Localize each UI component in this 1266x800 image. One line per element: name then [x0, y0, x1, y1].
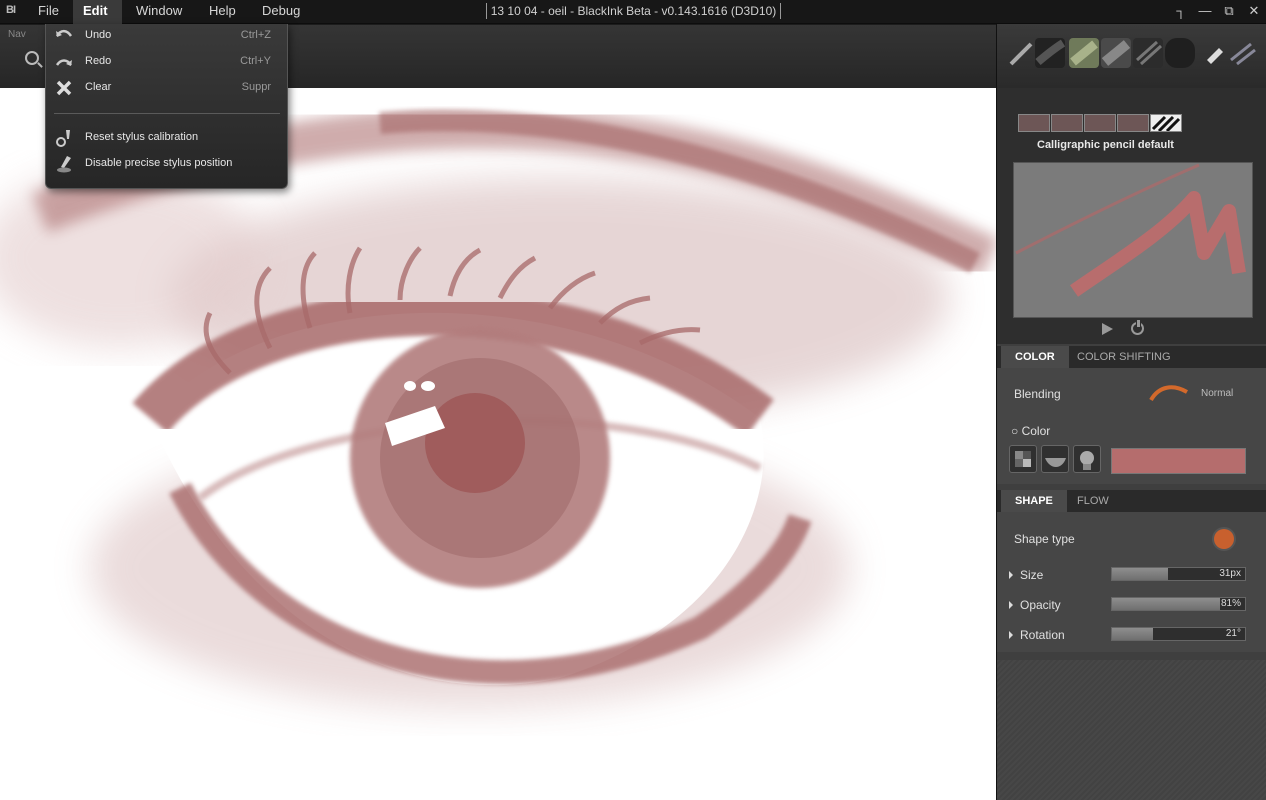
stylus-reset-icon	[56, 130, 70, 147]
minimize-icon[interactable]: —	[1196, 2, 1214, 20]
param-opacity-label: Opacity	[1020, 598, 1061, 612]
param-size[interactable]: Size	[1009, 568, 1043, 582]
opacity-value: 81%	[1220, 598, 1241, 609]
dock-icon[interactable]: ┐	[1172, 2, 1190, 20]
blending-value[interactable]: Normal	[1201, 388, 1233, 399]
rotation-value: 21°	[1225, 628, 1241, 639]
panel-empty-area	[997, 660, 1266, 800]
redo-icon	[55, 59, 73, 66]
color-swatch[interactable]	[1111, 448, 1246, 474]
search-icon[interactable]	[25, 51, 39, 65]
preset-thumb-selected[interactable]	[1150, 114, 1182, 133]
menu-item-label: Clear	[85, 81, 112, 93]
size-slider-fill	[1112, 568, 1168, 580]
pupil	[425, 393, 525, 493]
shape-tabs: SHAPE FLOW	[997, 490, 1266, 512]
blackink-app: BI File Edit Window Help Debug 13 10 04 …	[0, 0, 1266, 800]
preset-thumb[interactable]	[1117, 114, 1149, 132]
menu-bar: BI File Edit Window Help Debug 13 10 04 …	[0, 0, 1266, 24]
menu-help[interactable]: Help	[199, 0, 246, 24]
preview-stroke	[1015, 163, 1246, 297]
smudge-brush-icon[interactable]	[1227, 38, 1257, 68]
menu-window[interactable]: Window	[126, 0, 192, 24]
clear-icon	[56, 80, 72, 96]
menu-separator	[54, 113, 280, 114]
blending-label: Blending	[1014, 387, 1061, 401]
window-title: 13 10 04 - oeil - BlackInk Beta - v0.143…	[486, 0, 781, 24]
shape-type-button[interactable]	[1214, 529, 1234, 549]
menu-item-shortcut: Ctrl+Z	[240, 29, 271, 41]
tab-flow[interactable]: FLOW	[1063, 490, 1123, 512]
close-icon[interactable]: ✕	[1245, 2, 1263, 20]
menu-item-label: Reset stylus calibration	[85, 131, 199, 143]
opacity-slider-fill	[1112, 598, 1220, 610]
tab-color-shifting[interactable]: COLOR SHIFTING	[1063, 346, 1185, 368]
size-value: 31px	[1219, 568, 1241, 579]
stroke-preview	[1013, 162, 1253, 318]
color-picker-button[interactable]	[1073, 445, 1101, 473]
rotation-slider-fill	[1112, 628, 1154, 640]
preset-thumb[interactable]	[1018, 114, 1050, 132]
navigator-label[interactable]: Nav	[8, 29, 26, 40]
preset-strip	[1018, 114, 1184, 133]
opacity-slider[interactable]: 81%	[1111, 597, 1246, 611]
brush-panel: Calligraphic pencil default COLOR COLOR …	[996, 24, 1266, 800]
color-wheel-button[interactable]	[1041, 445, 1069, 473]
color-tabs: COLOR COLOR SHIFTING	[997, 346, 1266, 368]
preset-thumb[interactable]	[1051, 114, 1083, 132]
param-size-label: Size	[1020, 568, 1044, 582]
eye-painting	[0, 106, 996, 708]
play-icon[interactable]	[1102, 323, 1113, 335]
menu-item-redo[interactable]: Redo Ctrl+Y	[46, 50, 287, 74]
preset-area: Calligraphic pencil default	[997, 88, 1266, 344]
pencil-brush-icon[interactable]	[1007, 38, 1037, 68]
param-rotation-label: Rotation	[1020, 628, 1065, 642]
menu-item-disable-precise[interactable]: Disable precise stylus position	[46, 152, 287, 176]
blending-icon[interactable]	[1149, 382, 1189, 404]
menu-item-undo[interactable]: Undo Ctrl+Z	[46, 24, 287, 48]
menu-item-label: Disable precise stylus position	[85, 157, 233, 169]
menu-edit[interactable]: Edit	[73, 0, 122, 24]
undo-icon	[55, 29, 73, 37]
param-opacity[interactable]: Opacity	[1009, 598, 1061, 612]
rotation-slider[interactable]: 21°	[1111, 627, 1246, 641]
highlight-small-2	[421, 381, 435, 391]
shape-type-label: Shape type	[1014, 532, 1075, 546]
stylus-precise-icon	[57, 156, 71, 173]
color-label: ○ Color	[1011, 424, 1051, 438]
edit-menu: Undo Ctrl+Z Redo Ctrl+Y Clear Suppr Rese…	[45, 24, 288, 189]
menu-item-shortcut: Ctrl+Y	[240, 55, 271, 67]
tab-shape[interactable]: SHAPE	[1001, 490, 1067, 512]
color-label-text: Color	[1021, 424, 1051, 438]
app-logo: BI	[6, 4, 16, 16]
blob-brush-icon[interactable]	[1165, 38, 1195, 68]
menu-file[interactable]: File	[28, 0, 69, 24]
watercolor-brush-icon[interactable]	[1069, 38, 1099, 68]
eraser-icon[interactable]	[1199, 38, 1229, 68]
drawing-canvas[interactable]	[0, 88, 996, 800]
highlight-small-1	[404, 381, 416, 391]
menu-debug[interactable]: Debug	[252, 0, 310, 24]
preset-name: Calligraphic pencil default	[1037, 139, 1174, 151]
size-slider[interactable]: 31px	[1111, 567, 1246, 581]
ink-brush-icon[interactable]	[1035, 38, 1066, 68]
menu-item-label: Redo	[85, 55, 112, 67]
restore-icon[interactable]: ⧉	[1220, 2, 1238, 20]
menu-item-shortcut: Suppr	[241, 81, 271, 93]
brush-selector	[997, 24, 1266, 88]
power-icon[interactable]	[1131, 320, 1144, 335]
airbrush-icon[interactable]	[1101, 38, 1131, 68]
menu-item-label: Undo	[85, 29, 112, 41]
param-rotation[interactable]: Rotation	[1009, 628, 1065, 642]
tab-color[interactable]: COLOR	[1001, 346, 1069, 368]
hatching-brush-icon[interactable]	[1133, 38, 1163, 68]
preset-thumb[interactable]	[1084, 114, 1116, 132]
menu-item-reset-stylus[interactable]: Reset stylus calibration	[46, 126, 287, 150]
menu-item-clear[interactable]: Clear Suppr	[46, 76, 287, 100]
palette-mode-button[interactable]	[1009, 445, 1037, 473]
